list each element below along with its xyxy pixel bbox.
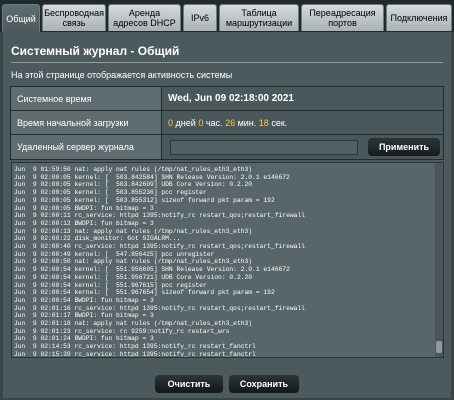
log-line: Jun 9 02:01:23 rc_service: rc 9259:notif… xyxy=(14,327,230,335)
main-panel: Системный журнал - Общий На этой страниц… xyxy=(3,32,451,398)
log-line: Jun 9 02:00:54 kernel: [ 551.956721] UDB… xyxy=(14,273,253,281)
boot-time-label: Время начальной загрузки xyxy=(11,111,162,134)
log-line: Jun 9 02:01:24 BWDPI: fun bitmap = 3 xyxy=(14,335,154,343)
log-line: Jun 9 02:00:49 kernel: [ 547.856425] pcc… xyxy=(14,250,215,258)
boot-time-row: Время начальной загрузки 0 дней 0 час. 2… xyxy=(11,111,443,135)
boot-days: 0 xyxy=(168,117,174,128)
tab-connections[interactable]: Подключения xyxy=(386,4,452,31)
log-scrollbar[interactable] xyxy=(435,163,443,357)
system-time-value-cell: Wed, Jun 09 02:18:00 2021 xyxy=(162,87,443,110)
tab-bar: Общий Беспроводная связь Аренда адресов … xyxy=(0,0,454,32)
log-line: Jun 9 02:00:05 kernel: [ 503.855312] siz… xyxy=(14,196,275,204)
log-line: Jun 9 02:00:12 BWDPI: fun bitmap = 3 xyxy=(14,219,154,227)
system-time-value: Wed, Jun 09 02:18:00 2021 xyxy=(168,93,294,104)
boot-hours: 0 xyxy=(198,117,204,128)
boot-seconds-unit: сек. xyxy=(271,117,288,128)
log-line: Jun 9 02:00:54 BWDPI: fun bitmap = 3 xyxy=(14,296,154,304)
system-info-table: Системное время Wed, Jun 09 02:18:00 202… xyxy=(10,86,444,160)
log-line: Jun 9 02:00:11 rc_service: httpd 1395:no… xyxy=(14,212,305,220)
system-log-textarea[interactable]: Jun 9 01:59:50 nat: apply nat rules (/tm… xyxy=(11,162,444,358)
log-scroll-thumb[interactable] xyxy=(436,341,442,353)
log-line: Jun 9 02:00:05 BWDPI: fun bitmap = 3 xyxy=(14,204,154,212)
system-time-label: Системное время xyxy=(11,87,162,110)
log-line: Jun 9 02:01:18 nat: apply nat rules (/tm… xyxy=(14,320,253,328)
log-line: Jun 9 02:00:40 rc_service: httpd 1395:no… xyxy=(14,243,305,251)
log-line: Jun 9 02:00:54 kernel: [ 551.956695] SHN… xyxy=(14,266,290,274)
log-line: Jun 9 02:14:53 rc_service: httpd 1395:no… xyxy=(14,343,256,351)
tab-general[interactable]: Общий xyxy=(2,4,40,32)
system-time-row: Системное время Wed, Jun 09 02:18:00 202… xyxy=(11,87,443,111)
boot-minutes: 26 xyxy=(225,117,236,128)
log-line: Jun 9 02:00:22 disk_monitor: Got SIGALRM… xyxy=(14,235,181,243)
remote-server-label: Удаленный сервер журнала xyxy=(11,135,162,159)
clear-button[interactable]: Очистить xyxy=(155,375,223,393)
boot-time-value: 0 дней 0 час. 26 мин. 18 сек. xyxy=(162,111,443,134)
tab-ipv6[interactable]: IPv6 xyxy=(183,4,217,31)
boot-seconds: 18 xyxy=(258,117,269,128)
tab-port-forwarding[interactable]: Переадресация портов xyxy=(301,4,384,31)
log-line: Jun 9 02:00:05 kernel: [ 503.855236] pcc… xyxy=(14,189,207,197)
page-title: Системный журнал - Общий xyxy=(11,44,180,58)
remote-server-input[interactable] xyxy=(170,139,358,155)
boot-days-unit: дней xyxy=(175,117,196,128)
boot-minutes-unit: мин. xyxy=(237,117,257,128)
log-line: Jun 9 02:00:05 kernel: [ 503.842584] SHN… xyxy=(14,173,290,181)
log-line: Jun 9 02:00:13 nat: apply nat rules (/tm… xyxy=(14,227,253,235)
log-line: Jun 9 02:01:17 BWDPI: fun bitmap = 3 xyxy=(14,312,154,320)
tab-dhcp-leases[interactable]: Аренда адресов DHCP xyxy=(108,4,181,31)
tab-wireless[interactable]: Беспроводная связь xyxy=(42,4,106,31)
log-line: Jun 9 02:00:05 kernel: [ 503.842609] UDB… xyxy=(14,181,253,189)
save-button[interactable]: Сохранить xyxy=(229,375,299,393)
log-line: Jun 9 01:59:50 nat: apply nat rules (/tm… xyxy=(14,166,253,173)
apply-button[interactable]: Применить xyxy=(368,138,440,156)
tab-routing-table[interactable]: Таблица маршрутизации xyxy=(219,4,299,31)
log-lines: Jun 9 01:59:50 nat: apply nat rules (/tm… xyxy=(14,166,432,358)
log-line: Jun 9 02:01:16 rc_service: httpd 1395:no… xyxy=(14,304,305,312)
log-line: Jun 9 02:15:39 rc_service: httpd 1395:no… xyxy=(14,350,256,358)
title-divider xyxy=(11,62,443,63)
page-description: На этой странице отображается активность… xyxy=(11,70,233,80)
log-line: Jun 9 02:00:54 kernel: [ 551.967615] pcc… xyxy=(14,281,207,289)
remote-server-cell: Применить xyxy=(162,135,443,159)
log-line: Jun 9 02:00:50 nat: apply nat rules (/tm… xyxy=(14,258,253,266)
remote-server-row: Удаленный сервер журнала Применить xyxy=(11,135,443,159)
boot-hours-unit: час. xyxy=(205,117,223,128)
log-line: Jun 9 02:00:54 kernel: [ 551.967654] siz… xyxy=(14,289,275,297)
